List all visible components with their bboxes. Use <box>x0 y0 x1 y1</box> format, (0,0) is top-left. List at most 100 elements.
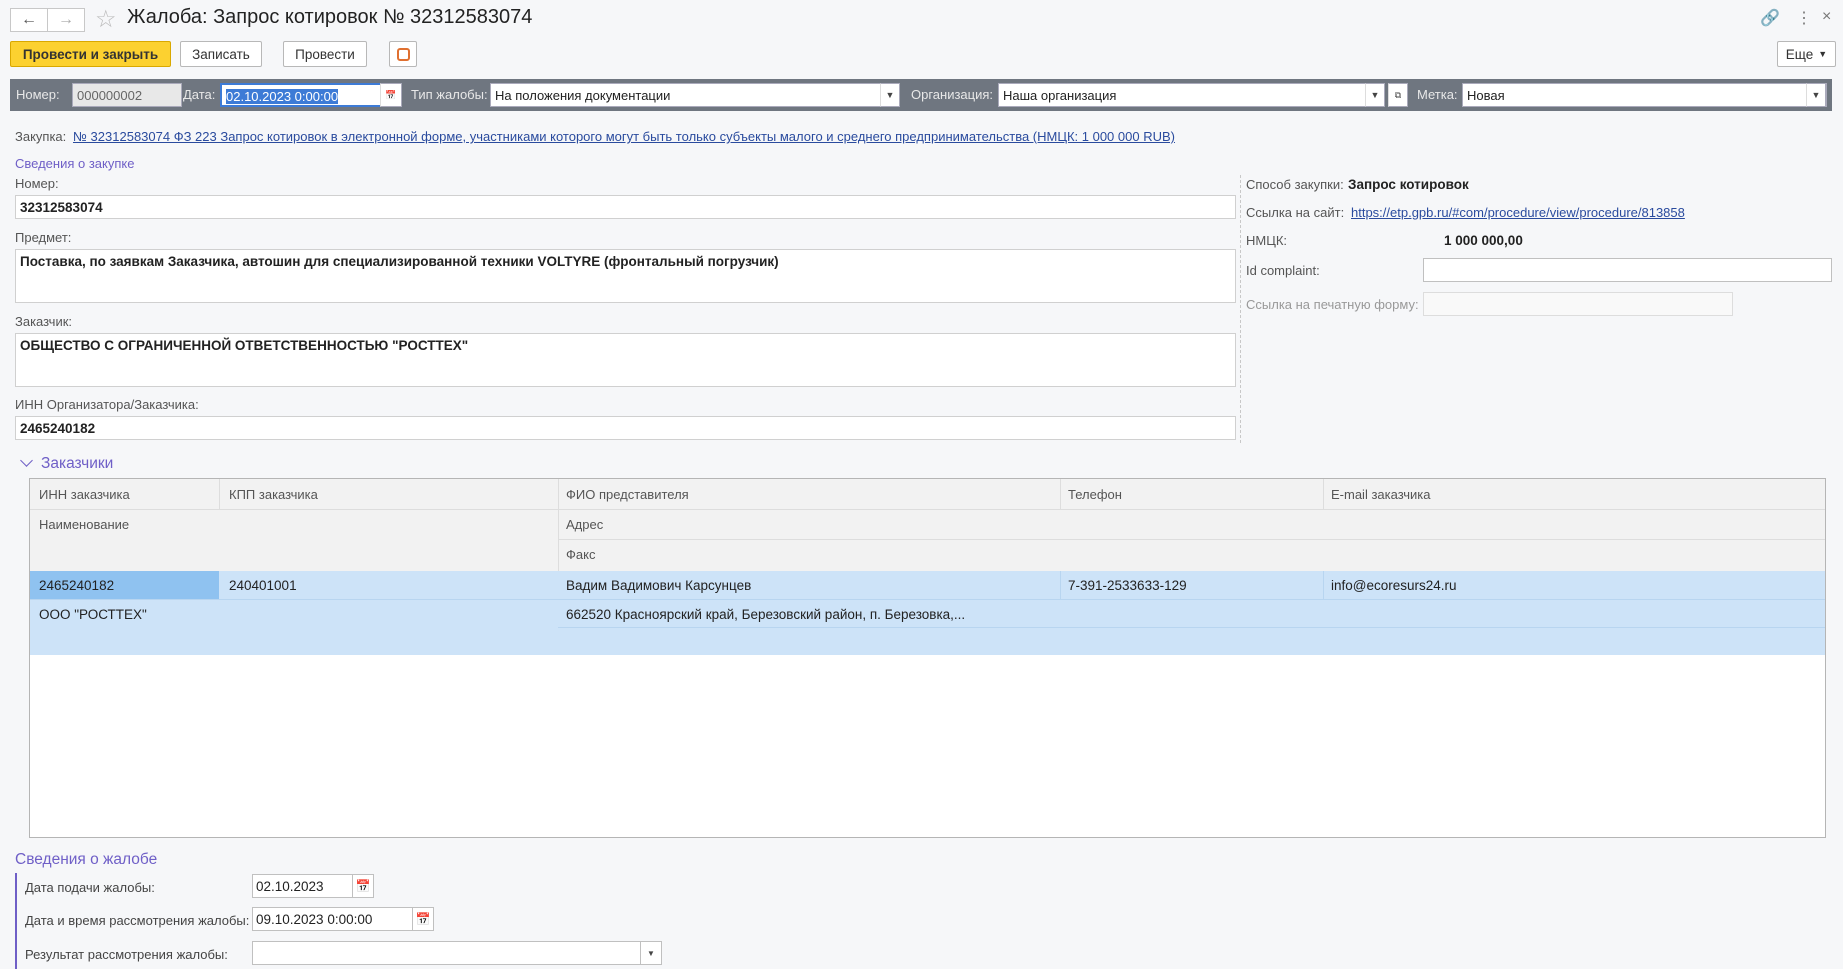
col-divider <box>1323 479 1324 509</box>
col-divider <box>1323 571 1324 599</box>
calendar-icon: 📅 <box>355 879 371 893</box>
cell-address[interactable]: 662520 Красноярский край, Березовский ра… <box>566 607 965 622</box>
header-divider <box>30 509 1825 510</box>
section-bar <box>15 873 17 969</box>
forward-button[interactable]: → <box>47 8 85 32</box>
method-value: Запрос котировок <box>1348 177 1469 192</box>
col-inn[interactable]: ИНН заказчика <box>39 487 130 502</box>
org-open-button[interactable]: ⧉ <box>1388 83 1408 107</box>
post-button[interactable]: Провести <box>283 41 367 67</box>
chevron-down-icon: ▼ <box>885 90 895 100</box>
customer-field[interactable]: ОБЩЕСТВО С ОГРАНИЧЕННОЙ ОТВЕТСТВЕННОСТЬЮ… <box>15 333 1236 387</box>
nmck-value: 1 000 000,00 <box>1444 233 1523 248</box>
col-email[interactable]: E-mail заказчика <box>1331 487 1430 502</box>
calendar-icon: 📅 <box>385 89 397 100</box>
type-dropdown-button[interactable]: ▼ <box>880 83 900 107</box>
window-title: Жалоба: Запрос котировок № 32312583074 <box>127 6 533 28</box>
date-field[interactable]: 02.10.2023 0:00:00 <box>220 83 390 107</box>
row-divider <box>558 627 1825 628</box>
subject-label: Предмет: <box>15 230 72 245</box>
customers-table[interactable]: ИНН заказчика КПП заказчика ФИО представ… <box>29 478 1826 838</box>
purchase-label: Закупка: <box>15 129 67 144</box>
col-phone[interactable]: Телефон <box>1068 487 1122 502</box>
column-divider <box>1240 175 1241 443</box>
post-and-close-button[interactable]: Провести и закрыть <box>10 41 171 67</box>
date-value: 02.10.2023 0:00:00 <box>226 89 339 104</box>
col-address[interactable]: Адрес <box>566 517 603 532</box>
header-band: Номер: 000000002 Дата: 02.10.2023 0:00:0… <box>10 79 1832 111</box>
print-form-label: Ссылка на печатную форму: <box>1246 297 1419 312</box>
col-divider <box>1060 571 1061 599</box>
close-icon[interactable]: × <box>1822 8 1831 26</box>
subject-field[interactable]: Поставка, по заявкам Заказчика, автошин … <box>15 249 1236 303</box>
more-button[interactable]: Еще ▼ <box>1777 41 1836 67</box>
report-icon <box>396 47 410 61</box>
save-button[interactable]: Записать <box>180 41 262 67</box>
number-label: Номер: <box>16 87 60 102</box>
col-divider <box>219 479 220 509</box>
col-fax[interactable]: Факс <box>566 547 595 562</box>
col-kpp[interactable]: КПП заказчика <box>229 487 318 502</box>
cell-phone[interactable]: 7-391-2533633-129 <box>1068 578 1187 593</box>
info-number-field[interactable]: 32312583074 <box>15 195 1236 219</box>
type-select[interactable]: На положения документации <box>490 83 890 107</box>
chevron-down-icon: ▼ <box>1811 90 1821 100</box>
result-dropdown-button[interactable]: ▼ <box>640 941 662 965</box>
chevron-down-icon <box>20 454 33 467</box>
review-date-field[interactable]: 09.10.2023 0:00:00 <box>252 907 414 931</box>
complaint-id-label: Id complaint: <box>1246 263 1320 278</box>
purchase-info-section-title: Сведения о закупке <box>15 156 135 171</box>
result-label: Результат рассмотрения жалобы: <box>25 947 228 962</box>
cell-name[interactable]: ООО "РОСТТЕХ" <box>39 607 147 622</box>
org-select[interactable]: Наша организация <box>998 83 1368 107</box>
cell-fio[interactable]: Вадим Вадимович Карсунцев <box>566 578 751 593</box>
review-date-label: Дата и время рассмотрения жалобы: <box>25 913 250 928</box>
mark-label: Метка: <box>1417 87 1458 102</box>
complaint-id-field[interactable] <box>1423 258 1832 282</box>
inn-label: ИНН Организатора/Заказчика: <box>15 397 199 412</box>
filed-date-calendar-button[interactable]: 📅 <box>352 874 374 898</box>
type-label: Тип жалобы: <box>411 87 488 102</box>
print-form-field[interactable] <box>1423 292 1733 316</box>
calendar-icon: 📅 <box>415 912 431 926</box>
review-date-calendar-button[interactable]: 📅 <box>412 907 434 931</box>
arrow-right-icon: → <box>58 11 74 28</box>
link-icon[interactable]: 🔗 <box>1760 8 1780 28</box>
result-select[interactable] <box>252 941 642 965</box>
row-divider <box>30 599 1825 600</box>
cell-kpp[interactable]: 240401001 <box>229 578 297 593</box>
calendar-button[interactable]: 📅 <box>380 83 402 107</box>
inn-field[interactable]: 2465240182 <box>15 416 1236 440</box>
col-fio[interactable]: ФИО представителя <box>566 487 689 502</box>
chevron-down-icon: ▼ <box>647 948 655 958</box>
filed-date-field[interactable]: 02.10.2023 <box>252 874 354 898</box>
mark-select[interactable]: Новая <box>1462 83 1827 107</box>
site-link[interactable]: https://etp.gpb.ru/#com/procedure/view/p… <box>1351 205 1685 220</box>
number-field[interactable]: 000000002 <box>72 83 182 107</box>
org-label: Организация: <box>911 87 994 102</box>
back-button[interactable]: ← <box>10 8 48 32</box>
favorite-star-icon[interactable]: ☆ <box>95 5 117 34</box>
site-label: Ссылка на сайт: <box>1246 205 1345 220</box>
method-label: Способ закупки: <box>1246 177 1344 192</box>
complaint-section-title: Сведения о жалобе <box>15 851 158 868</box>
customers-section-toggle[interactable]: Заказчики <box>20 454 114 473</box>
info-number-label: Номер: <box>15 176 59 191</box>
col-divider <box>1060 479 1061 509</box>
col-name[interactable]: Наименование <box>39 517 129 532</box>
filed-date-label: Дата подачи жалобы: <box>25 880 155 895</box>
org-dropdown-button[interactable]: ▼ <box>1365 83 1385 107</box>
cell-inn[interactable]: 2465240182 <box>39 578 114 593</box>
more-vertical-icon[interactable]: ⋮ <box>1796 8 1812 28</box>
cell-email[interactable]: info@ecoresurs24.ru <box>1331 578 1457 593</box>
customer-label: Заказчик: <box>15 314 73 329</box>
date-label: Дата: <box>183 87 216 102</box>
nmck-label: НМЦК: <box>1246 233 1288 248</box>
header-divider <box>558 539 1825 540</box>
mark-dropdown-button[interactable]: ▼ <box>1806 83 1826 107</box>
chevron-down-icon: ▼ <box>1370 90 1380 100</box>
customers-section-title: Заказчики <box>41 455 114 472</box>
report-button[interactable] <box>389 41 417 67</box>
purchase-link[interactable]: № 32312583074 ФЗ 223 Запрос котировок в … <box>73 129 1175 144</box>
table-row[interactable]: 2465240182 240401001 Вадим Вадимович Кар… <box>30 571 1825 655</box>
